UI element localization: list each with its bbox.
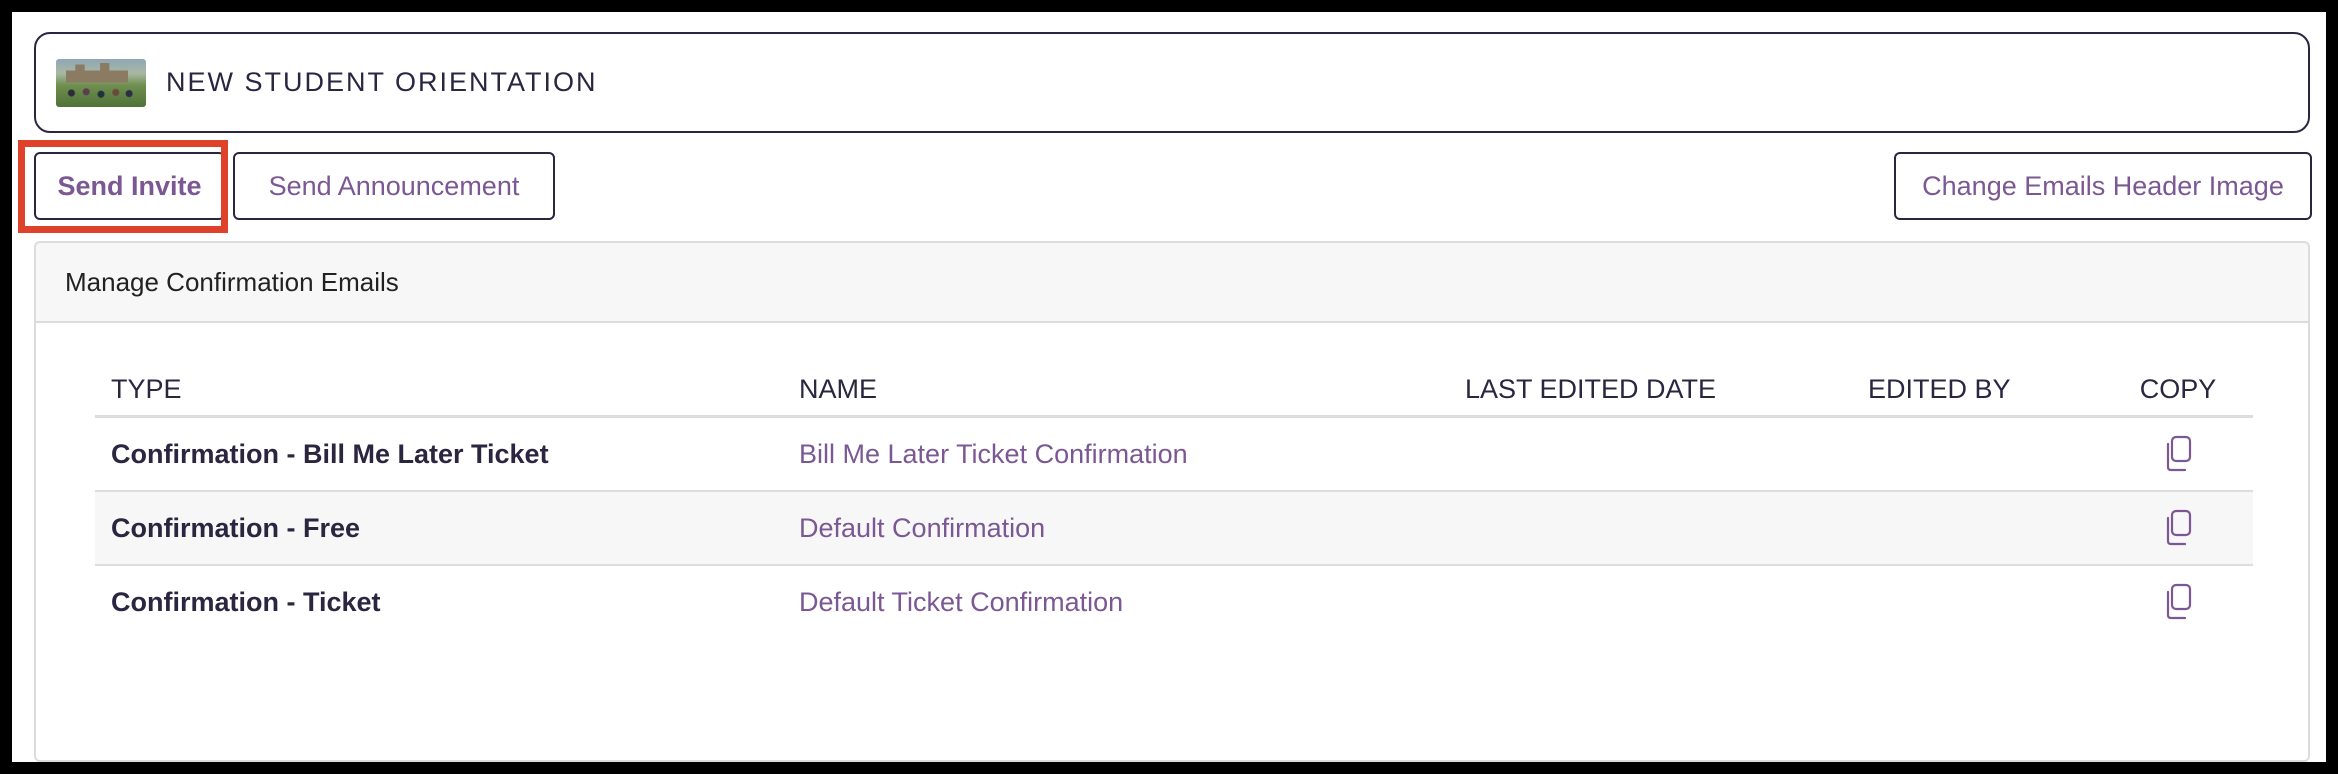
column-header-copy: COPY — [2103, 357, 2253, 418]
table-row: Confirmation - Ticket Default Ticket Con… — [95, 565, 2253, 638]
row-edited-by — [1852, 416, 2103, 492]
copy-icon[interactable] — [2161, 435, 2195, 473]
column-header-last-edited-date: LAST EDITED DATE — [1449, 357, 1852, 418]
event-title: NEW STUDENT ORIENTATION — [166, 67, 598, 97]
confirmation-emails-panel: Manage Confirmation Emails TYPE NAME LAS… — [34, 241, 2310, 762]
event-header: NEW STUDENT ORIENTATION — [34, 32, 2310, 133]
row-last-edited-date — [1449, 491, 1852, 566]
confirmation-emails-table: TYPE NAME LAST EDITED DATE EDITED BY COP… — [95, 357, 2253, 638]
row-name-link[interactable]: Bill Me Later Ticket Confirmation — [783, 416, 1449, 492]
row-type: Confirmation - Ticket — [111, 586, 381, 617]
row-type: Confirmation - Bill Me Later Ticket — [95, 416, 783, 492]
event-thumbnail — [56, 58, 146, 107]
send-announcement-button[interactable]: Send Announcement — [233, 152, 555, 220]
change-emails-header-image-button[interactable]: Change Emails Header Image — [1894, 152, 2312, 220]
row-name-link[interactable]: Default Confirmation — [783, 491, 1449, 566]
row-edited-by — [1852, 565, 2103, 638]
table-header-row: TYPE NAME LAST EDITED DATE EDITED BY COP… — [95, 357, 2253, 418]
row-type: Confirmation - Free — [95, 491, 783, 566]
row-name-link[interactable]: Default Ticket Confirmation — [783, 565, 1449, 638]
row-last-edited-date — [1449, 416, 1852, 492]
column-header-name: NAME — [783, 357, 1449, 418]
table-row: Confirmation - Free Default Confirmation — [95, 491, 2253, 566]
copy-icon[interactable] — [2161, 583, 2195, 621]
send-invite-button[interactable]: Send Invite — [34, 152, 225, 220]
app-frame: NEW STUDENT ORIENTATION Send Invite Send… — [12, 12, 2326, 762]
row-last-edited-date — [1449, 565, 1852, 638]
copy-icon[interactable] — [2161, 509, 2195, 547]
table-row: Confirmation - Bill Me Later Ticket Bill… — [95, 416, 2253, 492]
column-header-type: TYPE — [95, 357, 783, 418]
panel-title: Manage Confirmation Emails — [36, 243, 2308, 323]
column-header-edited-by: EDITED BY — [1852, 357, 2103, 418]
row-edited-by — [1852, 491, 2103, 566]
